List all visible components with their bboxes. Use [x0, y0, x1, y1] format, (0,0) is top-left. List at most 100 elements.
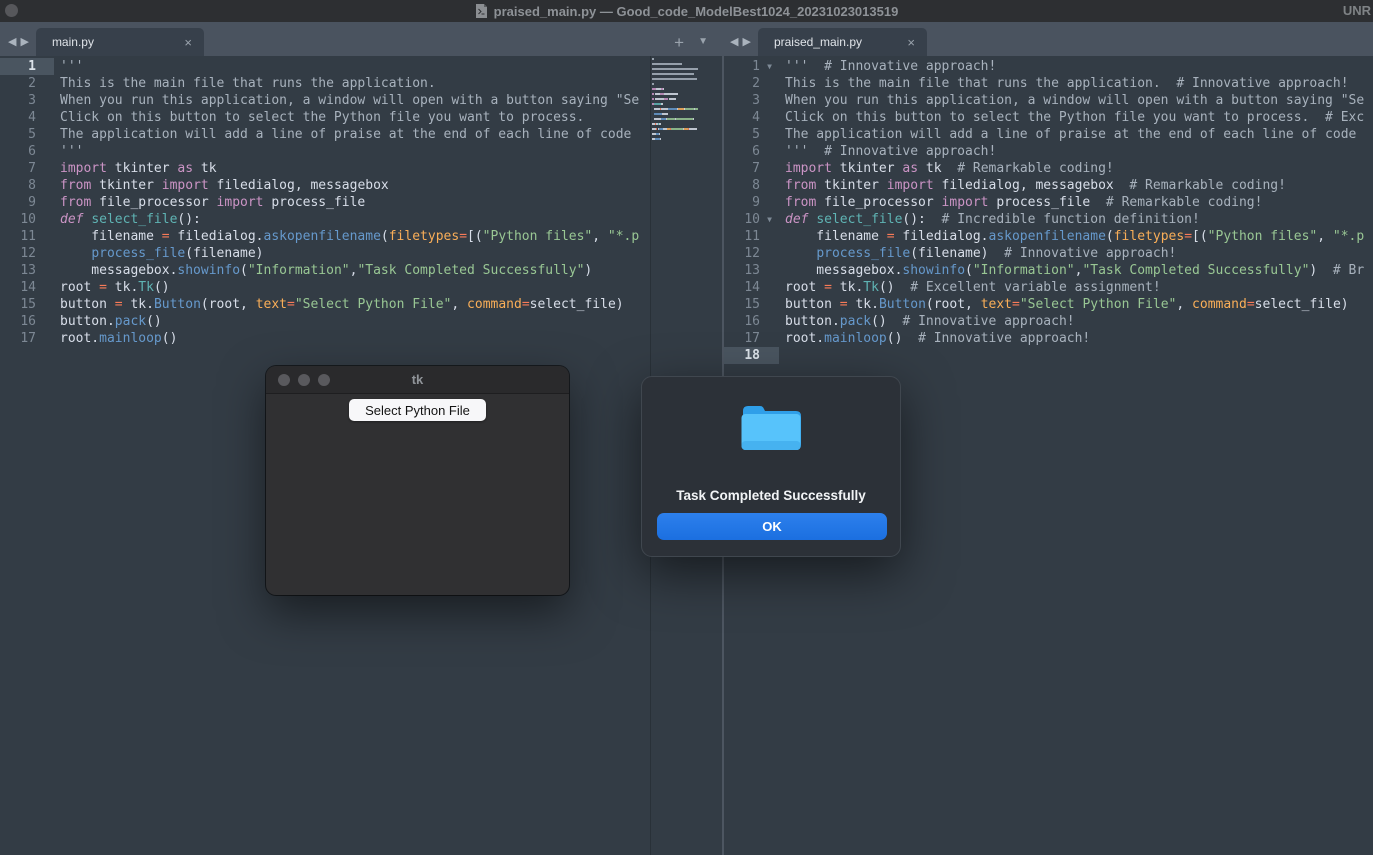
gutter-line-number[interactable]: 16 — [724, 313, 779, 330]
minimap[interactable] — [652, 58, 719, 143]
gutter-line-number[interactable]: 15 — [724, 296, 779, 313]
code-line[interactable]: 3When you run this application, a window… — [724, 92, 1373, 109]
code-line[interactable]: 5The application will add a line of prai… — [724, 126, 1373, 143]
code-text: filename = filedialog.askopenfilename(fi… — [779, 228, 1364, 245]
gutter-line-number[interactable]: 15 — [0, 296, 54, 313]
code-line[interactable]: 4Click on this button to select the Pyth… — [724, 109, 1373, 126]
gutter-line-number[interactable]: 17 — [724, 330, 779, 347]
window-control-button[interactable] — [5, 4, 18, 17]
code-line[interactable]: 2This is the main file that runs the app… — [0, 75, 650, 92]
tk-minimize-button[interactable] — [298, 374, 310, 386]
code-line[interactable]: 7import tkinter as tk — [0, 160, 650, 177]
code-line[interactable]: 9from file_processor import process_file — [0, 194, 650, 211]
tk-titlebar[interactable]: tk — [266, 366, 569, 394]
code-line[interactable]: 10▼def select_file(): # Incredible funct… — [724, 211, 1373, 228]
code-line[interactable]: 5The application will add a line of prai… — [0, 126, 650, 143]
code-text: filename = filedialog.askopenfilename(fi… — [54, 228, 639, 245]
gutter-line-number[interactable]: 17 — [0, 330, 54, 347]
tab-praised-main-py[interactable]: praised_main.py × — [758, 28, 927, 56]
tab-close-icon[interactable]: × — [905, 35, 917, 50]
code-line[interactable]: 2This is the main file that runs the app… — [724, 75, 1373, 92]
code-line[interactable]: 17root.mainloop() — [0, 330, 650, 347]
gutter-line-number[interactable]: 3 — [724, 92, 779, 109]
tk-close-button[interactable] — [278, 374, 290, 386]
gutter-line-number[interactable]: 8 — [0, 177, 54, 194]
gutter-line-number[interactable]: 8 — [724, 177, 779, 194]
code-line[interactable]: 18 — [724, 347, 1373, 364]
code-text: import tkinter as tk # Remarkable coding… — [779, 160, 1114, 177]
code-text — [779, 347, 785, 364]
gutter-line-number[interactable]: 10 — [0, 211, 54, 228]
gutter-line-number[interactable]: 12 — [724, 245, 779, 262]
code-line[interactable]: 16button.pack() — [0, 313, 650, 330]
gutter-line-number[interactable]: 1 — [0, 58, 54, 75]
gutter-line-number[interactable]: 2 — [0, 75, 54, 92]
tk-app-window[interactable]: tk Select Python File — [266, 366, 569, 595]
code-lines[interactable]: 1'''2This is the main file that runs the… — [0, 56, 650, 347]
code-line[interactable]: 6''' # Innovative approach! — [724, 143, 1373, 160]
tk-zoom-button[interactable] — [318, 374, 330, 386]
code-line[interactable]: 17root.mainloop() # Innovative approach! — [724, 330, 1373, 347]
code-line[interactable]: 15button = tk.Button(root, text="Select … — [724, 296, 1373, 313]
code-line[interactable]: 13 messagebox.showinfo("Information","Ta… — [0, 262, 650, 279]
new-tab-button[interactable]: + — [674, 34, 684, 51]
code-line[interactable]: 6''' — [0, 143, 650, 160]
code-line[interactable]: 3When you run this application, a window… — [0, 92, 650, 109]
code-line[interactable]: 9from file_processor import process_file… — [724, 194, 1373, 211]
tab-close-icon[interactable]: × — [182, 35, 194, 50]
code-line[interactable]: 7import tkinter as tk # Remarkable codin… — [724, 160, 1373, 177]
gutter-line-number[interactable]: 5 — [0, 126, 54, 143]
code-line[interactable]: 1''' — [0, 58, 650, 75]
select-python-file-button[interactable]: Select Python File — [349, 399, 486, 421]
gutter-line-number[interactable]: 7 — [724, 160, 779, 177]
tab-main-py[interactable]: main.py × — [36, 28, 204, 56]
tab-forward-arrow[interactable]: ▶ — [742, 37, 750, 48]
gutter-line-number[interactable]: 4 — [724, 109, 779, 126]
gutter-line-number[interactable]: 9 — [724, 194, 779, 211]
tab-back-arrow[interactable]: ◀ — [730, 37, 738, 48]
code-line[interactable]: 4Click on this button to select the Pyth… — [0, 109, 650, 126]
tab-back-arrow[interactable]: ◀ — [8, 37, 16, 48]
gutter-line-number[interactable]: 18 — [724, 347, 779, 364]
gutter-line-number[interactable]: 5 — [724, 126, 779, 143]
ok-button[interactable]: OK — [657, 513, 887, 540]
gutter-line-number[interactable]: 10▼ — [724, 211, 779, 228]
gutter-line-number[interactable]: 7 — [0, 160, 54, 177]
fold-column — [760, 330, 779, 347]
gutter-line-number[interactable]: 2 — [724, 75, 779, 92]
code-line[interactable]: 11 filename = filedialog.askopenfilename… — [724, 228, 1373, 245]
gutter-line-number[interactable]: 14 — [0, 279, 54, 296]
code-line[interactable]: 11 filename = filedialog.askopenfilename… — [0, 228, 650, 245]
code-lines[interactable]: 1▼''' # Innovative approach!2This is the… — [724, 56, 1373, 364]
code-line[interactable]: 14root = tk.Tk() — [0, 279, 650, 296]
gutter-line-number[interactable]: 11 — [0, 228, 54, 245]
code-text: root.mainloop() — [54, 330, 177, 347]
gutter-line-number[interactable]: 16 — [0, 313, 54, 330]
code-line[interactable]: 14root = tk.Tk() # Excellent variable as… — [724, 279, 1373, 296]
code-line[interactable]: 1▼''' # Innovative approach! — [724, 58, 1373, 75]
code-text: Click on this button to select the Pytho… — [54, 109, 584, 126]
gutter-line-number[interactable]: 9 — [0, 194, 54, 211]
gutter-line-number[interactable]: 13 — [724, 262, 779, 279]
gutter-line-number[interactable]: 14 — [724, 279, 779, 296]
tab-forward-arrow[interactable]: ▶ — [20, 37, 28, 48]
code-line[interactable]: 10def select_file(): — [0, 211, 650, 228]
gutter-line-number[interactable]: 3 — [0, 92, 54, 109]
code-line[interactable]: 8from tkinter import filedialog, message… — [724, 177, 1373, 194]
fold-arrow-icon[interactable]: ▼ — [760, 211, 779, 228]
gutter-line-number[interactable]: 11 — [724, 228, 779, 245]
code-line[interactable]: 15button = tk.Button(root, text="Select … — [0, 296, 650, 313]
gutter-line-number[interactable]: 13 — [0, 262, 54, 279]
code-line[interactable]: 16button.pack() # Innovative approach! — [724, 313, 1373, 330]
gutter-line-number[interactable]: 1▼ — [724, 58, 779, 75]
gutter-line-number[interactable]: 12 — [0, 245, 54, 262]
code-line[interactable]: 12 process_file(filename) — [0, 245, 650, 262]
gutter-line-number[interactable]: 6 — [0, 143, 54, 160]
code-line[interactable]: 8from tkinter import filedialog, message… — [0, 177, 650, 194]
tab-overflow-button[interactable]: ▼ — [698, 37, 708, 47]
gutter-line-number[interactable]: 6 — [724, 143, 779, 160]
gutter-line-number[interactable]: 4 — [0, 109, 54, 126]
code-line[interactable]: 13 messagebox.showinfo("Information","Ta… — [724, 262, 1373, 279]
fold-arrow-icon[interactable]: ▼ — [760, 58, 779, 75]
code-line[interactable]: 12 process_file(filename) # Innovative a… — [724, 245, 1373, 262]
